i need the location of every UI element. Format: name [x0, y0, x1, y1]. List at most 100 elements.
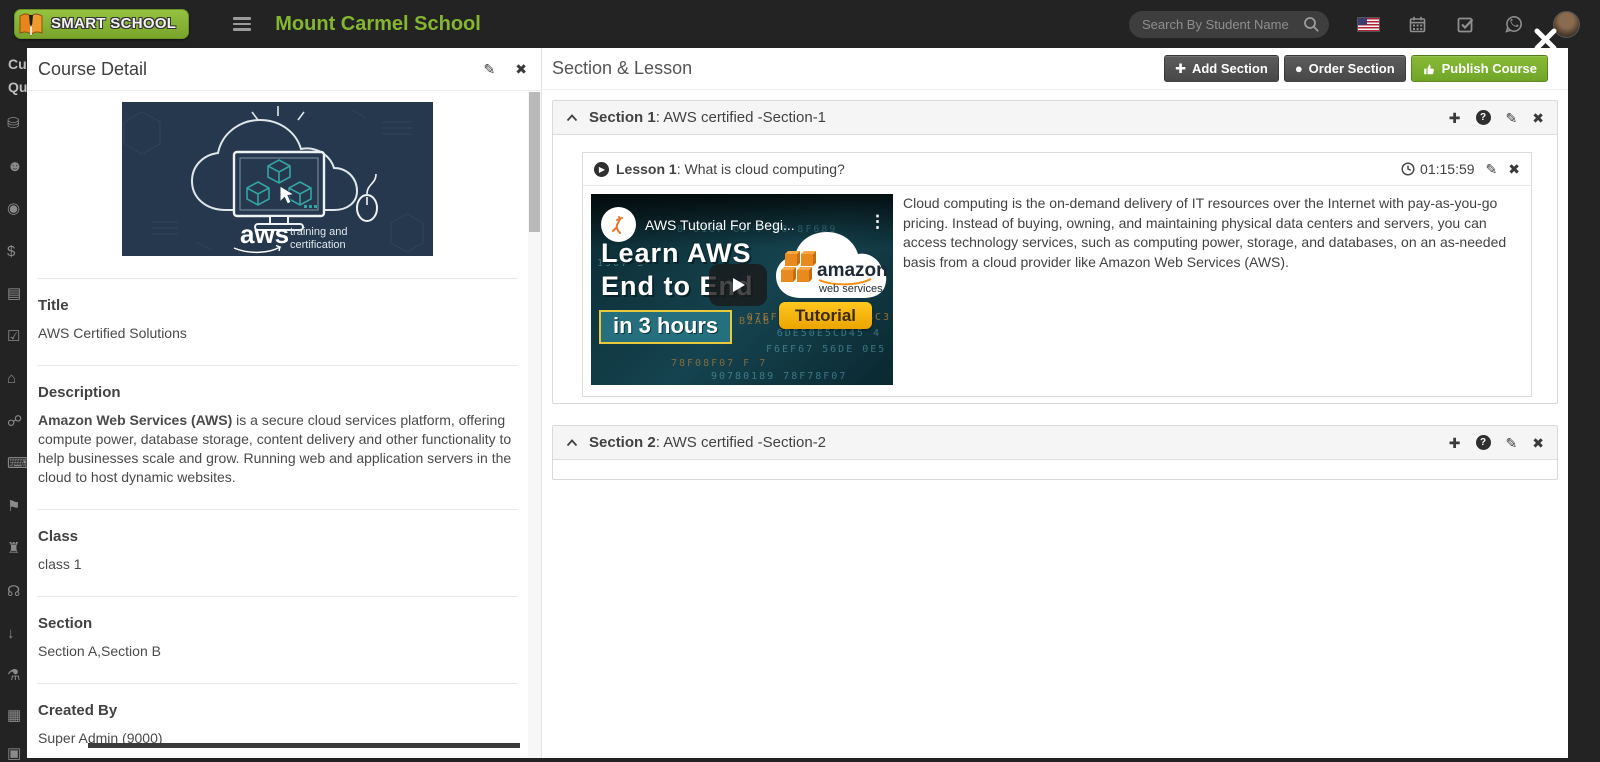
publish-course-button[interactable]: Publish Course [1411, 55, 1548, 82]
add-section-button[interactable]: ✚ Add Section [1164, 55, 1279, 82]
download-center-icon[interactable]: ♜ [7, 541, 20, 556]
vertical-scrollbar-thumb[interactable] [529, 92, 540, 232]
lesson-plan-icon[interactable]: ☍ [7, 414, 22, 429]
expenses-icon[interactable]: $ [7, 244, 15, 259]
horizontal-scrollbar-thumb[interactable] [88, 743, 520, 748]
settings-icon[interactable]: ▣ [7, 746, 21, 761]
chevron-up-icon[interactable] [566, 439, 578, 447]
svg-text:certification: certification [290, 239, 346, 251]
order-section-button[interactable]: ● Order Section [1284, 55, 1406, 82]
lesson-play-icon: ▶ [594, 162, 609, 177]
sidebar-clipped-label: Cu [8, 56, 27, 72]
section-2-subtitle: : AWS certified -Section-2 [656, 434, 826, 451]
sidebar-clipped-label: Qu [8, 79, 27, 95]
title-label: Title [38, 297, 517, 314]
section-lesson-title: Section & Lesson [552, 58, 692, 79]
aws-cloud-graphic: amazon web services [771, 228, 889, 308]
aws-wordmark: aws [240, 219, 289, 249]
navbar-right-tools [1129, 11, 1580, 38]
lesson-video-thumbnail[interactable]: 8 018F 01 F E0 8F689 07EF 8F6 CD4 C4BC3 … [591, 194, 893, 385]
logo-text: SMART SCHOOL [51, 15, 176, 32]
hamburger-menu-icon[interactable] [233, 17, 251, 31]
lesson-1-card: ▶ Lesson 1 : What is cloud computing? 01… [582, 152, 1532, 397]
help-icon[interactable]: ? [1476, 435, 1491, 450]
edit-course-icon[interactable]: ✎ [484, 62, 496, 76]
video-headline-3: in 3 hours [599, 310, 732, 344]
add-lesson-icon[interactable]: ✚ [1449, 111, 1461, 125]
top-navbar: SMART SCHOOL Mount Carmel School [0, 0, 1600, 48]
add-lesson-icon[interactable]: ✚ [1449, 436, 1461, 450]
tasks-check-icon[interactable] [1456, 15, 1475, 34]
whatsapp-chat-icon[interactable] [1504, 14, 1524, 34]
field-description: Description Amazon Web Services (AWS) is… [37, 366, 518, 509]
course-detail-header: Course Detail ✎ ✖ [27, 48, 541, 91]
amazon-brand-text: amazon [817, 260, 888, 281]
fees-collection-icon[interactable]: ⛁ [7, 116, 20, 131]
field-class: Class class 1 [37, 510, 518, 596]
delete-section-icon[interactable]: ✖ [1532, 436, 1544, 450]
search-icon[interactable] [1303, 16, 1320, 33]
section-2-header[interactable]: Section 2 : AWS certified -Section-2 ✚ ?… [553, 426, 1557, 460]
section-label: Section [38, 615, 517, 632]
attendance-icon[interactable]: ☑ [7, 329, 20, 344]
search-input[interactable] [1142, 17, 1303, 32]
close-course-detail-icon[interactable]: ✖ [515, 62, 527, 76]
section-lesson-panel: Section & Lesson ✚ Add Section ● Order S… [541, 48, 1568, 758]
hex-decoration: F6EF67 56DE 0E5 [766, 344, 886, 355]
lesson-1-body: 8 018F 01 F E0 8F689 07EF 8F6 CD4 C4BC3 … [583, 186, 1531, 396]
school-name-title: Mount Carmel School [275, 13, 481, 36]
help-icon[interactable]: ? [1476, 110, 1491, 125]
delete-section-icon[interactable]: ✖ [1532, 111, 1544, 125]
hex-decoration: 6DE50E5CD45 4 [777, 328, 881, 339]
edit-lesson-icon[interactable]: ✎ [1486, 162, 1498, 176]
clock-icon [1401, 162, 1415, 176]
homework-icon[interactable]: ☊ [7, 584, 20, 599]
lesson-1-name: Lesson 1 [616, 161, 677, 177]
lesson-1-subtitle: : What is cloud computing? [677, 161, 845, 177]
hex-decoration: 78F08F07 F 7 [671, 358, 767, 369]
left-sidebar-clipped: Cu Qu ⛁ ☻ ◉ $ ▤ ☑ ⌂ ☍ ⌨ ⚑ ♜ ☊ ↓ ⚗ ▦ ▣ [0, 48, 27, 762]
student-search-box[interactable] [1129, 11, 1329, 38]
academics-icon[interactable]: ⌂ [7, 371, 16, 386]
section-1-subtitle: : AWS certified -Section-1 [656, 109, 826, 126]
section-1-body: ▶ Lesson 1 : What is cloud computing? 01… [553, 135, 1557, 404]
hex-decoration: 90780189 78F78F07 [711, 371, 847, 382]
section-1-accordion: Section 1 : AWS certified -Section-1 ✚ ?… [552, 100, 1558, 404]
video-channel-avatar[interactable] [601, 207, 636, 242]
description-label: Description [38, 384, 517, 401]
modal-close-icon[interactable] [1533, 27, 1558, 52]
created-by-label: Created By [38, 702, 517, 719]
section-1-name: Section 1 [589, 109, 656, 126]
field-section: Section Section A,Section B [37, 597, 518, 683]
communicate-icon[interactable]: ⚑ [7, 499, 20, 514]
description-value: Amazon Web Services (AWS) is a secure cl… [38, 411, 517, 487]
lesson-duration: 01:15:59 [1401, 161, 1475, 177]
video-play-button[interactable] [709, 264, 767, 306]
section-value: Section A,Section B [38, 642, 517, 661]
lesson-description: Cloud computing is the on-demand deliver… [903, 194, 1523, 388]
edit-section-icon[interactable]: ✎ [1506, 111, 1518, 125]
section-2-accordion: Section 2 : AWS certified -Section-2 ✚ ?… [552, 425, 1558, 480]
edit-section-icon[interactable]: ✎ [1506, 436, 1518, 450]
examinations-icon[interactable]: ▤ [7, 286, 21, 301]
svg-text:training and: training and [290, 226, 348, 238]
lesson-1-header: ▶ Lesson 1 : What is cloud computing? 01… [583, 153, 1531, 186]
tutorial-badge: Tutorial [779, 302, 872, 329]
section-lesson-header: Section & Lesson ✚ Add Section ● Order S… [542, 48, 1568, 90]
calendar-icon[interactable] [1408, 15, 1427, 34]
income-icon[interactable]: ◉ [7, 201, 20, 216]
course-detail-title: Course Detail [38, 59, 147, 80]
student-info-icon[interactable]: ☻ [7, 159, 23, 174]
course-detail-content: aws training and certification Title AWS… [27, 92, 528, 758]
smart-school-logo[interactable]: SMART SCHOOL [14, 9, 189, 39]
delete-lesson-icon[interactable]: ✖ [1508, 162, 1520, 176]
book-logo-icon [16, 11, 46, 39]
section-1-header[interactable]: Section 1 : AWS certified -Section-1 ✚ ?… [553, 101, 1557, 135]
inventory-icon[interactable]: ⚗ [7, 668, 20, 683]
human-resource-icon[interactable]: ⌨ [7, 456, 27, 471]
class-label: Class [38, 528, 517, 545]
library-icon[interactable]: ↓ [7, 626, 15, 641]
reports-icon[interactable]: ▦ [7, 708, 21, 723]
chevron-up-icon[interactable] [566, 114, 578, 122]
language-flag-icon[interactable] [1358, 18, 1379, 31]
